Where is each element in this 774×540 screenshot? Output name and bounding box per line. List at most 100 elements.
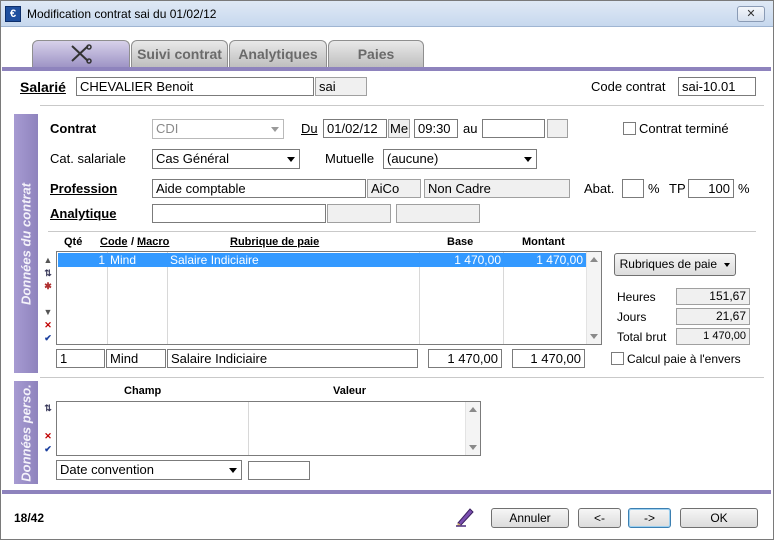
star-icon[interactable]: ✱ [43,281,53,291]
tab-general[interactable] [32,40,130,68]
close-button[interactable]: ✕ [737,6,765,22]
previous-button[interactable]: <- [578,508,621,528]
section-donnees-perso-label: Données perso. [18,383,34,482]
scroll-up-icon[interactable] [469,407,477,412]
profession-field[interactable]: Aide comptable [152,179,366,198]
section-donnees-contrat: Données du contrat [14,114,38,373]
contrat-termine-checkbox[interactable] [623,122,636,135]
col-sep-header: / [131,236,135,248]
rubriques-de-paie-label: Rubriques de paie [619,257,718,271]
abat-label: Abat. [584,181,615,196]
section-divider-perso [40,377,764,378]
rubriques-de-paie-button[interactable]: Rubriques de paie [614,253,736,276]
row-code: Mind [110,253,137,267]
du-date-field[interactable]: 01/02/12 [323,119,387,138]
move-icon[interactable]: ⇅ [43,268,53,278]
scroll-down-icon[interactable] [590,334,598,339]
tab-analytiques[interactable]: Analytiques [229,40,327,68]
contrat-select-value: CDI [156,121,179,136]
edit-qte-field[interactable]: 1 [56,349,105,368]
col-montant-header: Montant [522,236,565,248]
calcul-envers-label: Calcul paie à l'envers [627,352,741,366]
analytique-field-2 [327,204,391,223]
edit-base-field[interactable]: 1 470,00 [428,349,502,368]
date-convention-select[interactable]: Date convention [56,460,242,480]
total-brut-value: 1 470,00 [676,328,750,345]
next-button[interactable]: -> [628,508,671,528]
perso-table[interactable] [56,401,481,456]
contrat-label: Contrat [50,121,97,136]
validate-icon[interactable]: ✔ [43,444,53,454]
cat-salariale-select[interactable]: Cas Général [152,149,300,169]
mutuelle-select[interactable]: (aucune) [383,149,537,169]
au-day-field [547,119,568,138]
tp-percent-label: % [738,181,750,196]
chevron-down-icon [287,157,295,162]
section-donnees-contrat-label: Données du contrat [18,182,34,305]
au-label: au [463,121,478,136]
col-divider [248,402,249,455]
cat-salariale-value: Cas Général [156,151,229,166]
tab-paies[interactable]: Paies [328,40,424,68]
perso-scrollbar[interactable] [465,402,480,455]
scroll-down-icon[interactable] [469,445,477,450]
arrow-up-icon[interactable]: ▲ [43,255,53,265]
validate-icon[interactable]: ✔ [43,333,53,343]
edit-rubrique-field[interactable]: Salaire Indiciaire [167,349,418,368]
code-contrat-label: Code contrat [591,79,666,94]
app-icon: € [5,6,21,22]
du-label[interactable]: Du [301,121,318,136]
delete-icon[interactable]: ✕ [43,431,53,441]
rubriques-scrollbar[interactable] [586,252,601,344]
profession-label[interactable]: Profession [50,181,117,196]
delete-icon[interactable]: ✕ [43,320,53,330]
jours-label: Jours [617,310,647,324]
mutuelle-value: (aucune) [387,151,439,166]
abat-field[interactable] [622,179,644,198]
move-icon[interactable]: ⇅ [43,403,53,413]
col-base-header: Base [447,236,474,248]
section-donnees-perso: Données perso. [14,381,38,484]
scroll-up-icon[interactable] [590,257,598,262]
pencil-icon[interactable] [454,505,476,527]
footer-divider [2,490,771,494]
tp-label: TP [669,181,686,196]
row-base: 1 470,00 [454,253,501,267]
au-date-field[interactable] [482,119,545,138]
tab-suivi-contrat[interactable]: Suivi contrat [131,40,228,68]
analytique-label[interactable]: Analytique [50,206,116,221]
record-counter: 18/42 [14,511,45,525]
chevron-down-icon [271,127,279,132]
salarie-label[interactable]: Salarié [20,79,66,95]
analytique-field[interactable] [152,204,326,223]
edit-code-field[interactable]: Mind [106,349,166,368]
mutuelle-label: Mutuelle [325,151,375,166]
col-code-header[interactable]: Code [100,236,128,248]
window-title: Modification contrat sai du 01/02/12 [27,7,217,21]
date-convention-field[interactable] [248,461,310,480]
row-montant: 1 470,00 [536,253,583,267]
calcul-envers-checkbox[interactable] [611,352,624,365]
code-contrat-field[interactable]: sai-10.01 [678,77,756,96]
contrat-termine-label: Contrat terminé [639,121,729,136]
section-divider-top [40,105,764,106]
salarie-code-field: sai [315,77,367,96]
table-row[interactable]: 1 Mind Salaire Indiciaire 1 470,00 1 470… [58,253,586,267]
rubriques-table[interactable]: 1 Mind Salaire Indiciaire 1 470,00 1 470… [56,251,602,345]
edit-montant-field[interactable]: 1 470,00 [512,349,585,368]
date-convention-value: Date convention [60,462,154,477]
tp-field[interactable]: 100 [688,179,734,198]
ok-button[interactable]: OK [680,508,758,528]
du-day-field: Me [388,119,410,138]
col-valeur-header: Valeur [333,385,367,397]
chevron-down-icon [724,262,731,267]
salarie-name-field[interactable]: CHEVALIER Benoit [76,77,314,96]
chevron-down-icon [524,157,532,162]
du-time-field[interactable]: 09:30 [414,119,458,138]
contrat-select[interactable]: CDI [152,119,284,139]
annuler-button[interactable]: Annuler [491,508,569,528]
arrow-down-icon[interactable]: ▼ [43,307,53,317]
col-macro-header[interactable]: Macro [137,236,169,248]
col-rubrique-header[interactable]: Rubrique de paie [230,236,319,248]
analytique-field-3 [396,204,480,223]
